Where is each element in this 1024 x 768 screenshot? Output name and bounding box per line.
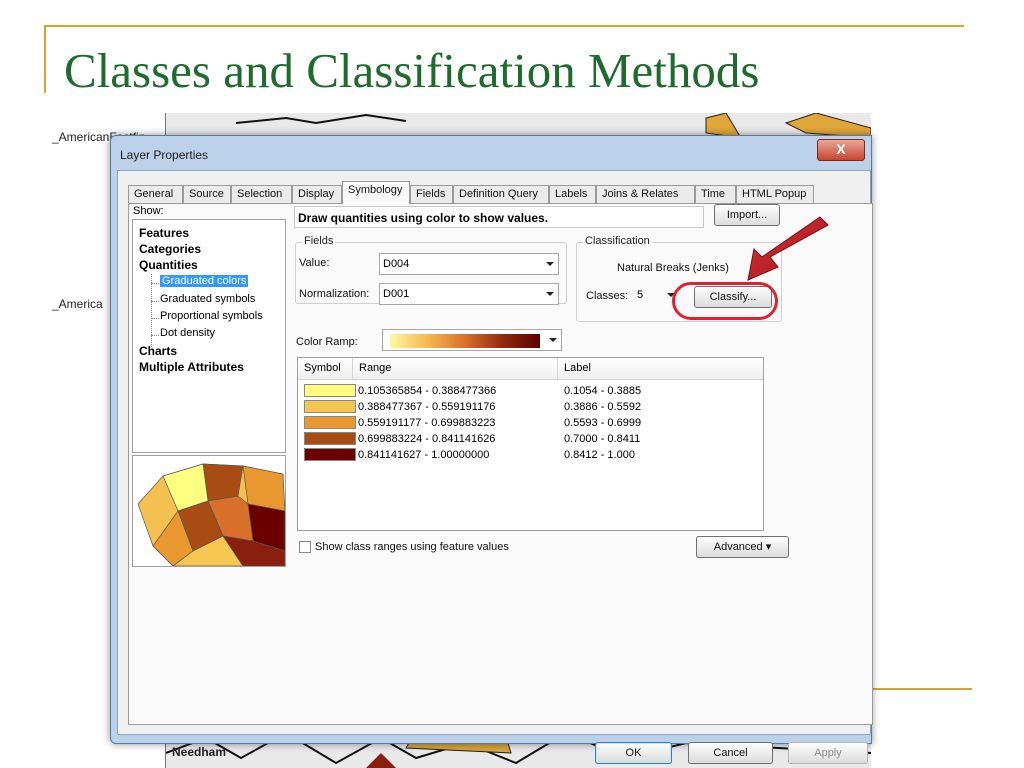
classification-method: Natural Breaks (Jenks): [617, 262, 729, 274]
dialog-titlebar[interactable]: Layer Properties X: [111, 136, 871, 170]
chevron-down-icon: [546, 292, 554, 296]
column-header-symbol[interactable]: Symbol: [298, 358, 353, 379]
classify-highlight-ring: [672, 282, 778, 320]
close-button[interactable]: X: [817, 139, 865, 161]
color-ramp-select[interactable]: [382, 329, 562, 351]
ok-button[interactable]: OK: [595, 742, 672, 764]
range-cell[interactable]: 0.699883224 - 0.841141626: [358, 431, 495, 447]
tree-proportional-symbols[interactable]: Proportional symbols: [160, 310, 263, 322]
tree-connector-tick: [151, 318, 159, 319]
fields-group-label: Fields: [302, 235, 336, 247]
class-table-header: Symbol Range Label: [298, 358, 763, 380]
label-cell[interactable]: 0.1054 - 0.3885: [564, 383, 641, 399]
value-label: Value:: [299, 257, 330, 269]
advanced-button[interactable]: Advanced ▾: [696, 536, 789, 558]
table-row[interactable]: 0.699883224 - 0.841141626 0.7000 - 0.841…: [298, 431, 763, 447]
label-cell[interactable]: 0.8412 - 1.000: [564, 447, 635, 463]
tree-charts[interactable]: Charts: [139, 344, 177, 358]
red-arrow-icon: [747, 216, 829, 281]
range-cell[interactable]: 0.559191177 - 0.699883223: [358, 415, 495, 431]
tree-features[interactable]: Features: [139, 226, 189, 240]
label-cell[interactable]: 0.5593 - 0.6999: [564, 415, 641, 431]
classification-group-label: Classification: [583, 235, 652, 247]
normalization-label: Normalization:: [299, 288, 370, 300]
slide-title: Classes and Classification Methods: [64, 43, 760, 98]
tree-connector: [151, 274, 153, 347]
map-label-needham: Needham: [172, 745, 227, 759]
color-ramp-preview: [390, 334, 540, 348]
show-class-ranges-checkbox[interactable]: [299, 541, 311, 553]
side-label-american: _America: [52, 297, 103, 311]
tab-labels[interactable]: Labels: [549, 185, 596, 203]
tree-multiple-attributes[interactable]: Multiple Attributes: [139, 360, 244, 374]
chevron-down-icon: ▾: [765, 541, 772, 553]
symbol-swatch[interactable]: [304, 416, 356, 429]
close-icon: X: [836, 141, 846, 157]
table-row[interactable]: 0.388477367 - 0.559191176 0.3886 - 0.559…: [298, 399, 763, 415]
tab-selection[interactable]: Selection: [231, 185, 292, 203]
tree-graduated-colors[interactable]: Graduated colors: [160, 275, 249, 287]
color-ramp-label: Color Ramp:: [296, 336, 358, 348]
tree-categories[interactable]: Categories: [139, 242, 201, 256]
table-row[interactable]: 0.559191177 - 0.699883223 0.5593 - 0.699…: [298, 415, 763, 431]
classes-count-text: 5: [637, 289, 644, 301]
renderer-description: Draw quantities using color to show valu…: [294, 206, 704, 228]
symbol-swatch[interactable]: [304, 384, 356, 397]
tab-joins-relates[interactable]: Joins & Relates: [596, 185, 695, 203]
symbol-swatch[interactable]: [304, 432, 356, 445]
renderer-tree: Features Categories Quantities Graduated…: [132, 219, 286, 453]
tree-quantities[interactable]: Quantities: [139, 258, 198, 272]
normalization-field-text: D001: [383, 288, 410, 300]
tab-fields[interactable]: Fields: [410, 185, 453, 203]
tree-connector-tick: [151, 301, 159, 302]
table-row[interactable]: 0.105365854 - 0.388477366 0.1054 - 0.388…: [298, 383, 763, 399]
chevron-down-icon: [549, 338, 557, 342]
symbol-swatch[interactable]: [304, 400, 356, 413]
tab-general[interactable]: General: [128, 185, 183, 203]
slide-left-rule: [44, 25, 46, 93]
label-cell[interactable]: 0.3886 - 0.5592: [564, 399, 641, 415]
show-label: Show:: [133, 205, 164, 217]
cancel-button[interactable]: Cancel: [688, 742, 773, 764]
show-class-ranges-label: Show class ranges using feature values: [315, 541, 509, 553]
chevron-down-icon: [546, 262, 554, 266]
tree-graduated-symbols[interactable]: Graduated symbols: [160, 293, 255, 305]
preview-map-image: [133, 456, 285, 566]
tree-dot-density[interactable]: Dot density: [160, 327, 215, 339]
tab-source[interactable]: Source: [183, 185, 231, 203]
class-table: Symbol Range Label 0.105365854 - 0.38847…: [297, 357, 764, 531]
value-field-select[interactable]: D004: [379, 253, 559, 275]
range-cell[interactable]: 0.388477367 - 0.559191176: [358, 399, 495, 415]
column-header-range[interactable]: Range: [353, 358, 558, 379]
column-header-label[interactable]: Label: [558, 358, 763, 379]
tab-definition-query[interactable]: Definition Query: [453, 185, 549, 203]
label-cell[interactable]: 0.7000 - 0.8411: [564, 431, 640, 447]
apply-button[interactable]: Apply: [788, 742, 868, 764]
preview-map: [132, 455, 286, 567]
symbol-swatch[interactable]: [304, 448, 356, 461]
value-field-text: D004: [383, 258, 410, 270]
advanced-button-label: Advanced: [713, 541, 763, 553]
tree-connector-tick: [151, 335, 159, 336]
tab-symbology[interactable]: Symbology: [342, 181, 410, 204]
slide-bottom-rule: [870, 688, 972, 690]
classes-label: Classes:: [586, 290, 629, 302]
table-row[interactable]: 0.841141627 - 1.00000000 0.8412 - 1.000: [298, 447, 763, 463]
normalization-field-select[interactable]: D001: [379, 283, 559, 305]
slide-top-rule: [44, 25, 964, 27]
range-cell[interactable]: 0.105365854 - 0.388477366: [358, 383, 496, 399]
tree-connector-tick: [151, 283, 159, 284]
dialog-title: Layer Properties: [120, 148, 209, 162]
range-cell[interactable]: 0.841141627 - 1.00000000: [358, 447, 489, 463]
tab-display[interactable]: Display: [292, 185, 342, 203]
